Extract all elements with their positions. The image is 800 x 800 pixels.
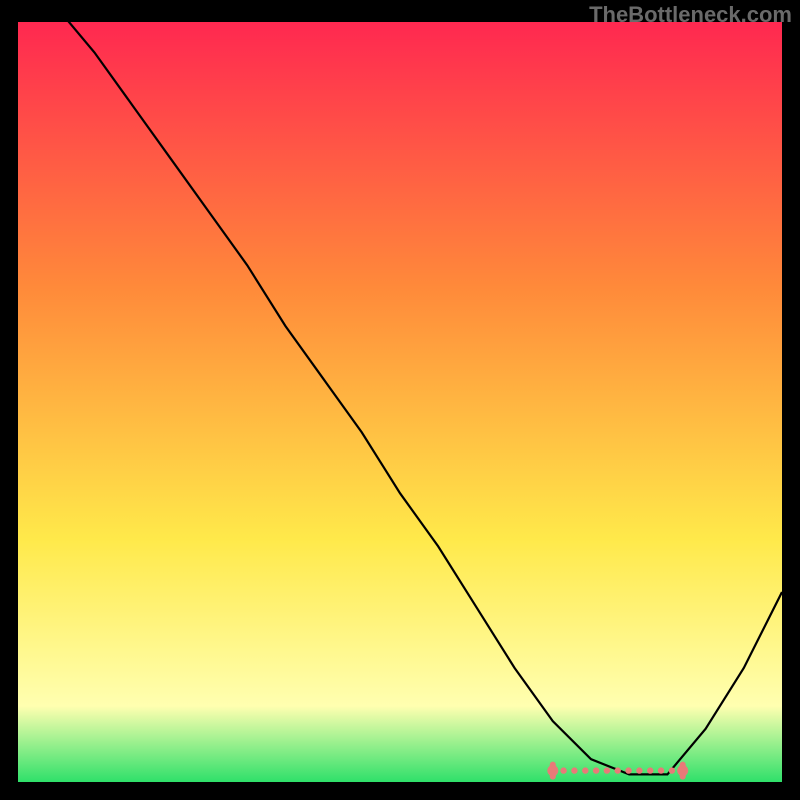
marker-endcap — [550, 762, 556, 780]
marker-dot — [625, 767, 631, 773]
chart-svg — [18, 22, 782, 782]
marker-dot — [571, 767, 577, 773]
watermark-text: TheBottleneck.com — [589, 2, 792, 28]
marker-dot — [560, 767, 566, 773]
marker-dot — [669, 767, 675, 773]
marker-dot — [593, 767, 599, 773]
bottleneck-chart — [18, 22, 782, 782]
marker-dot — [658, 767, 664, 773]
marker-dot — [615, 767, 621, 773]
marker-dot — [582, 767, 588, 773]
marker-dot — [604, 767, 610, 773]
marker-dot — [636, 767, 642, 773]
marker-dot — [647, 767, 653, 773]
marker-endcap — [680, 762, 686, 780]
plot-background — [18, 22, 782, 782]
